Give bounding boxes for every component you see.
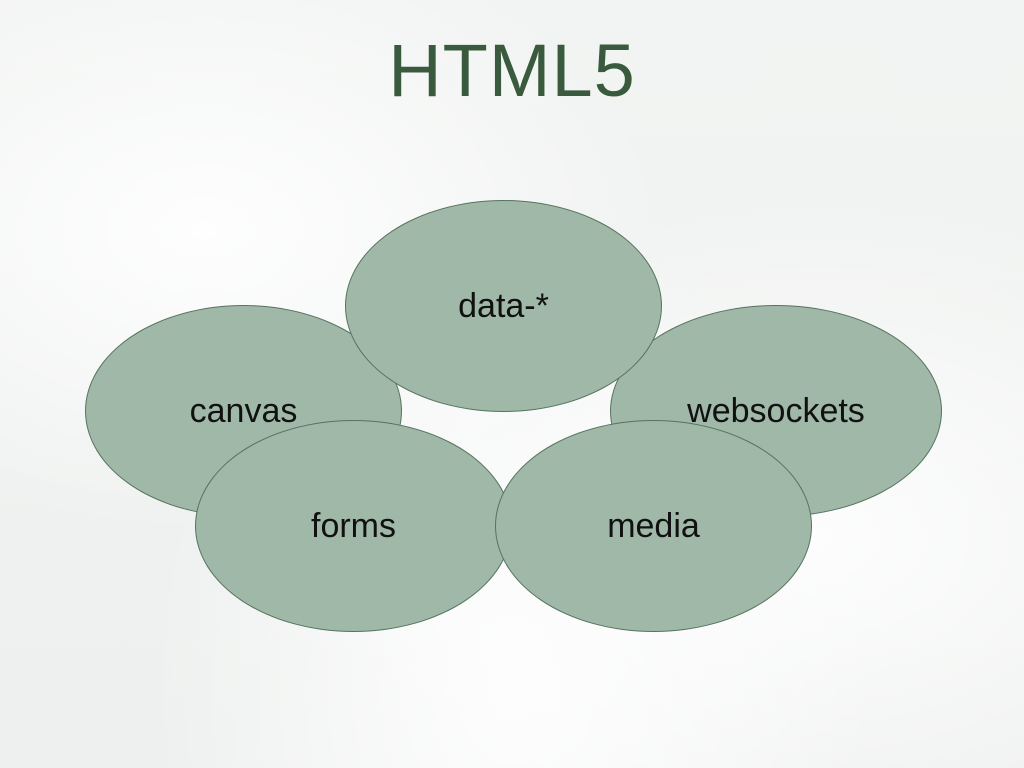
bubble-label: media	[607, 507, 700, 546]
bubble-label: canvas	[190, 392, 298, 431]
bubble-media: media	[495, 420, 812, 632]
bubble-forms: forms	[195, 420, 512, 632]
bubble-label: websockets	[687, 392, 865, 431]
bubble-label: data-*	[458, 287, 549, 326]
slide-stage: HTML5 canvas websockets data-* forms med…	[0, 0, 1024, 768]
bubble-data-attributes: data-*	[345, 200, 662, 412]
slide-title: HTML5	[0, 28, 1024, 113]
bubble-label: forms	[311, 507, 396, 546]
